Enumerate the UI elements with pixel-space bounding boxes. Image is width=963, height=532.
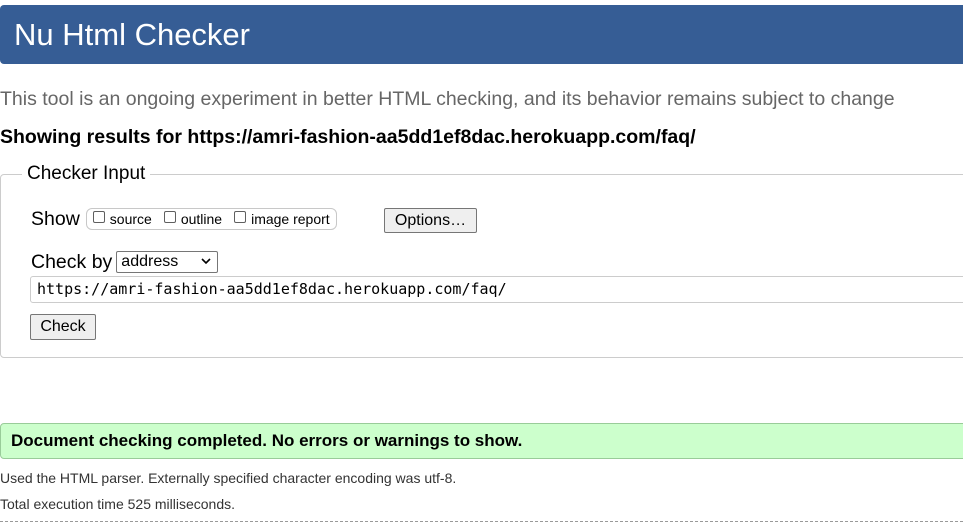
image-report-checkbox[interactable] [234, 211, 247, 223]
success-message-box: Document checking completed. No errors o… [0, 423, 963, 459]
show-label: Show [31, 208, 80, 230]
check-button[interactable]: Check [30, 314, 96, 340]
page-header: Nu Html Checker [0, 5, 963, 64]
show-options-row: Show source outline image report [31, 206, 337, 232]
execution-time: Total execution time 525 milliseconds. [0, 496, 236, 512]
check-by-selected-value: address [121, 253, 179, 270]
check-by-label: Check by [31, 251, 113, 273]
show-source-option[interactable]: source [92, 211, 152, 227]
showing-results-heading: Showing results for https://amri-fashion… [0, 126, 696, 148]
parser-note: Used the HTML parser. Externally specifi… [0, 470, 457, 486]
image-report-label: image report [251, 211, 330, 227]
url-input[interactable]: https://amri-fashion-aa5dd1ef8dac.heroku… [30, 276, 963, 303]
outline-label: outline [180, 211, 223, 227]
show-outline-option[interactable]: outline [163, 211, 223, 227]
checker-input-legend: Checker Input [22, 162, 151, 186]
check-by-select[interactable]: address [116, 251, 219, 273]
page-title: Nu Html Checker [14, 17, 250, 52]
source-checkbox[interactable] [92, 211, 105, 223]
intro-text: This tool is an ongoing experiment in be… [0, 88, 895, 110]
outline-checkbox[interactable] [163, 211, 176, 223]
show-image-report-option[interactable]: image report [234, 211, 330, 227]
checker-page: Nu Html Checker This tool is an ongoing … [0, 0, 963, 532]
check-by-row: Check by address [31, 249, 219, 275]
chevron-down-icon [201, 258, 211, 265]
divider [0, 521, 963, 522]
options-button[interactable]: Options… [384, 208, 477, 233]
show-options-group: source outline image report [85, 208, 337, 230]
success-message: Document checking completed. No errors o… [11, 431, 523, 450]
source-label: source [109, 211, 152, 227]
